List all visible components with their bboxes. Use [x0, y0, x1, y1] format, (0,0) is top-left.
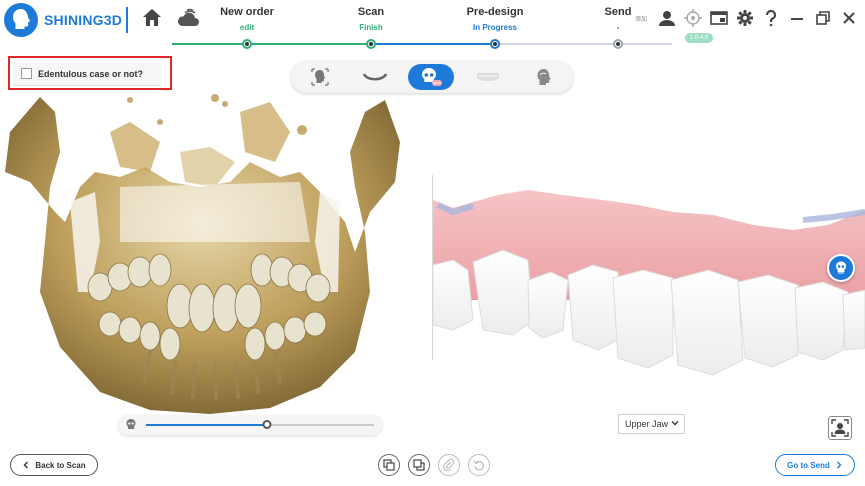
window-toolbar: 添加 — [635, 8, 859, 28]
slider-thumb[interactable] — [262, 420, 272, 429]
step-label: Send — [604, 6, 632, 18]
step-status: - — [616, 23, 620, 32]
minimize-button[interactable] — [787, 8, 807, 28]
step-status: In Progress — [472, 23, 518, 32]
step-label: Pre-design — [466, 6, 524, 18]
minimize-icon — [791, 18, 803, 20]
home-button[interactable] — [140, 6, 164, 30]
view-lower-arch-button[interactable] — [352, 64, 398, 90]
view-face-scan-button[interactable] — [297, 64, 343, 90]
skull-icon — [422, 68, 442, 86]
app-window: SHINING3D New order edit Scan Finish Pre… — [0, 0, 865, 486]
slider-fill — [146, 424, 267, 426]
restore-button[interactable] — [813, 8, 833, 28]
restore-icon — [816, 11, 830, 25]
portrait-icon — [831, 419, 849, 437]
layer-back-button[interactable] — [408, 454, 430, 476]
step-dot — [490, 39, 500, 49]
head-profile-icon — [537, 69, 551, 85]
view-upper-arch-button[interactable] — [465, 64, 511, 90]
gear-icon — [737, 10, 753, 26]
face-overlay-button[interactable] — [827, 254, 855, 282]
help-icon — [765, 9, 777, 27]
view-skull-button[interactable] — [408, 64, 454, 90]
layer-front-button[interactable] — [378, 454, 400, 476]
jaw-select[interactable]: Upper Jaw — [618, 414, 685, 434]
progress-fill-current — [371, 43, 495, 45]
version-badge: 1.0.4.0 — [685, 33, 713, 43]
logo-head-icon — [4, 3, 38, 37]
edentulous-highlight: Edentulous case or not? — [8, 56, 172, 90]
settings-button[interactable] — [735, 8, 755, 28]
cloud-icon — [177, 8, 199, 26]
go-to-send-button[interactable]: Go to Send — [775, 454, 855, 476]
back-to-scan-button[interactable]: Back to Scan — [10, 454, 98, 476]
view-toolbar — [291, 61, 573, 93]
step-status: edit — [239, 23, 255, 32]
step-pre-design[interactable]: Pre-design In Progress — [467, 6, 524, 32]
step-dot — [613, 39, 623, 49]
step-dot — [366, 39, 376, 49]
header-divider — [126, 7, 128, 33]
edentulous-checkbox[interactable] — [21, 68, 32, 79]
close-icon — [843, 12, 855, 24]
step-new-order[interactable]: New order edit — [220, 6, 274, 32]
view-head-profile-button[interactable] — [521, 64, 567, 90]
user-icon — [659, 11, 675, 26]
upper-arch-icon — [477, 73, 499, 81]
chevron-right-icon — [836, 461, 842, 469]
undo-button[interactable] — [468, 454, 490, 476]
chevron-left-icon — [23, 461, 29, 469]
cbct-skull-view[interactable] — [0, 92, 430, 422]
lower-arch-icon — [362, 73, 388, 81]
attach-button[interactable] — [438, 454, 460, 476]
undo-icon — [473, 460, 484, 471]
target-button[interactable] — [683, 8, 703, 28]
step-label: Scan — [357, 6, 385, 18]
cloud-sync-button[interactable] — [175, 7, 199, 31]
user-button[interactable] — [657, 8, 677, 28]
face-scan-icon — [311, 68, 329, 86]
close-button[interactable] — [839, 8, 859, 28]
skull-icon — [836, 261, 846, 274]
target-icon — [684, 9, 702, 27]
step-dot — [242, 39, 252, 49]
bottom-toolbar — [378, 454, 490, 476]
back-to-scan-label: Back to Scan — [35, 460, 86, 470]
layers-back-icon — [413, 459, 425, 471]
portrait-view-button[interactable] — [828, 416, 852, 440]
step-scan[interactable]: Scan Finish — [358, 6, 384, 32]
step-status: Finish — [359, 23, 383, 32]
paperclip-icon — [443, 459, 455, 471]
help-button[interactable] — [761, 8, 781, 28]
window-icon — [710, 11, 728, 25]
home-icon — [143, 9, 161, 26]
step-send[interactable]: Send - — [605, 6, 632, 32]
step-label: New order — [220, 6, 274, 18]
layers-icon — [383, 459, 395, 471]
header-bar: SHINING3D New order edit Scan Finish Pre… — [0, 0, 865, 52]
user-hint-text: 添加 — [635, 16, 648, 23]
transparency-slider[interactable] — [118, 415, 382, 435]
chevron-down-icon — [671, 419, 679, 429]
window-button[interactable] — [709, 8, 729, 28]
go-to-send-label: Go to Send — [787, 460, 830, 470]
edentulous-label: Edentulous case or not? — [38, 68, 144, 79]
brand-name: SHINING3D — [44, 12, 123, 28]
skull-icon — [126, 419, 136, 429]
edentulous-option[interactable]: Edentulous case or not? — [13, 62, 161, 86]
brand-logo: SHINING3D — [4, 3, 122, 37]
intraoral-scan-view[interactable] — [433, 170, 865, 380]
jaw-select-value: Upper Jaw — [625, 419, 669, 429]
